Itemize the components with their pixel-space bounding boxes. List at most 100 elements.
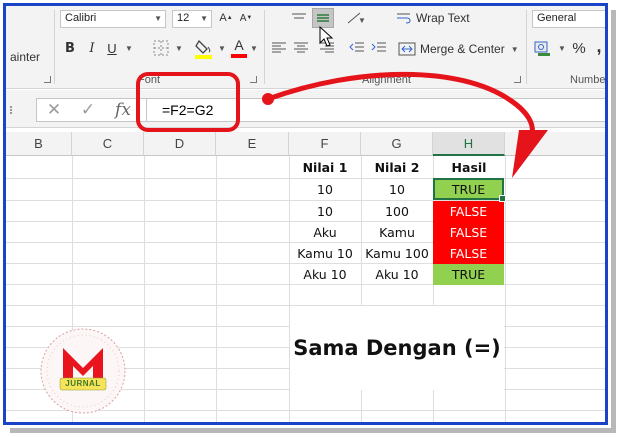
table-cell[interactable]: 10 <box>289 201 361 222</box>
decrease-font-icon[interactable]: A ▼ <box>238 10 254 26</box>
ribbon-separator <box>54 10 55 84</box>
currency-icon <box>534 41 550 56</box>
chevron-down-icon: ▼ <box>558 43 566 53</box>
result-cell-false[interactable]: FALSE <box>433 222 504 243</box>
underline-button[interactable]: U <box>104 38 120 58</box>
comma-button[interactable]: , <box>594 36 604 56</box>
insert-function-button[interactable]: fx <box>110 98 136 122</box>
format-painter-label[interactable]: ainter <box>10 50 40 64</box>
font-color-swatch <box>231 54 247 58</box>
wrap-text-label: Wrap Text <box>416 11 470 25</box>
column-header-c[interactable]: C <box>72 132 144 156</box>
table-cell[interactable]: 10 <box>289 179 361 200</box>
borders-button[interactable] <box>152 40 170 56</box>
table-cell[interactable]: Aku <box>289 222 361 243</box>
accounting-dropdown[interactable]: ▼ <box>556 38 566 58</box>
column-header-d[interactable]: D <box>144 132 216 156</box>
table-cell[interactable]: Kamu 100 <box>361 243 433 264</box>
table-header-nilai2[interactable]: Nilai 2 <box>361 157 433 178</box>
number-format-value: General <box>537 12 577 24</box>
font-size-value: 12 <box>177 12 190 24</box>
align-center-glyph <box>294 42 308 53</box>
table-header-hasil[interactable]: Hasil <box>433 157 505 178</box>
increase-indent-glyph <box>371 42 386 52</box>
font-name-select[interactable]: Calibri ▼ <box>60 10 166 28</box>
borders-dropdown[interactable]: ▼ <box>172 38 184 58</box>
font-size-select[interactable]: 12 ▼ <box>172 10 212 28</box>
borders-icon <box>153 40 169 56</box>
chevron-down-icon: ▼ <box>200 14 208 23</box>
table-cell[interactable]: 100 <box>361 201 433 222</box>
align-left-glyph <box>272 42 286 53</box>
table-cell[interactable]: Aku 10 <box>289 264 361 285</box>
align-left-icon[interactable] <box>270 40 288 56</box>
number-format-select[interactable]: General <box>532 10 605 28</box>
percent-button[interactable]: % <box>570 38 588 58</box>
column-header-blank[interactable] <box>505 132 605 156</box>
table-cell[interactable]: Kamu <box>361 222 433 243</box>
increase-indent-icon[interactable] <box>370 40 388 56</box>
underline-dropdown[interactable]: ▼ <box>122 38 134 58</box>
top-align-icon[interactable] <box>290 10 308 26</box>
table-cell[interactable]: Kamu 10 <box>289 243 361 264</box>
increase-font-icon[interactable]: A ▲ <box>218 10 234 26</box>
decrease-indent-glyph <box>349 42 364 52</box>
decrease-indent-icon[interactable] <box>348 40 366 56</box>
screenshot-frame: ainter Calibri ▼ 12 ▼ A ▲ A ▼ B I U ▼ ▼ ▼ … <box>3 3 608 425</box>
frame-shadow <box>10 428 616 433</box>
orientation-glyph: ▼ <box>347 12 366 25</box>
fill-color-dropdown[interactable]: ▼ <box>216 38 226 58</box>
table-cell[interactable]: Aku 10 <box>361 264 433 285</box>
column-header-h[interactable]: H <box>433 132 505 156</box>
number-group-label: Number <box>570 74 608 86</box>
cancel-icon[interactable]: ✕ <box>44 100 64 120</box>
table-header-nilai1[interactable]: Nilai 1 <box>289 157 361 178</box>
fill-color-button[interactable] <box>194 36 214 60</box>
result-cell-false[interactable]: FALSE <box>433 243 504 264</box>
font-color-dropdown[interactable]: ▼ <box>248 38 258 58</box>
enter-icon[interactable]: ✓ <box>78 100 98 120</box>
chevron-down-icon: ▼ <box>154 14 162 23</box>
merge-center-icon <box>398 42 416 56</box>
formula-bar: ✕ ✓ fx =F2=G2 <box>6 90 605 128</box>
column-header-g[interactable]: G <box>361 132 433 156</box>
align-right-glyph <box>320 42 334 53</box>
bold-button[interactable]: B <box>62 38 78 58</box>
gridline <box>144 156 145 422</box>
result-cell-true[interactable]: TRUE <box>433 264 504 285</box>
ribbon-separator <box>526 10 527 84</box>
wrap-text-button[interactable]: Wrap Text <box>396 8 476 28</box>
italic-button[interactable]: I <box>84 38 100 58</box>
align-right-icon[interactable] <box>318 40 336 56</box>
table-cell[interactable]: 10 <box>361 179 433 200</box>
column-header-b[interactable]: B <box>6 132 72 156</box>
logo-banner-text: JURNAL <box>65 379 101 388</box>
wrap-text-icon <box>397 13 411 24</box>
frame-shadow <box>611 10 616 428</box>
orientation-icon[interactable]: ▼ <box>346 10 368 26</box>
clipboard-launcher-icon[interactable] <box>44 76 51 83</box>
chevron-down-icon: ▼ <box>175 43 183 53</box>
font-color-button[interactable]: A <box>230 36 248 60</box>
namebox-resize-handle[interactable] <box>10 106 20 114</box>
merge-center-button[interactable]: Merge & Center ▼ <box>398 38 522 60</box>
gridline <box>216 156 217 422</box>
caption-title: Sama Dengan (=) <box>290 306 504 390</box>
column-header-e[interactable]: E <box>216 132 289 156</box>
font-group-label: Font <box>138 74 161 86</box>
font-name-value: Calibri <box>65 12 97 24</box>
active-cell-selection[interactable] <box>433 178 506 202</box>
middle-align-icon <box>317 14 329 22</box>
chevron-down-icon: ▼ <box>250 43 258 53</box>
align-center-icon[interactable] <box>292 40 310 56</box>
middle-align-button[interactable] <box>312 8 334 28</box>
result-cell-false[interactable]: FALSE <box>433 201 504 222</box>
formula-input[interactable] <box>146 98 605 122</box>
column-header-f[interactable]: F <box>289 132 361 156</box>
svg-text:▼: ▼ <box>358 16 366 25</box>
chevron-down-icon: ▼ <box>510 44 519 54</box>
paint-bucket-icon <box>195 39 212 59</box>
accounting-format-button[interactable] <box>534 38 554 58</box>
alignment-launcher-icon[interactable] <box>514 76 521 83</box>
font-launcher-icon[interactable] <box>250 76 257 83</box>
